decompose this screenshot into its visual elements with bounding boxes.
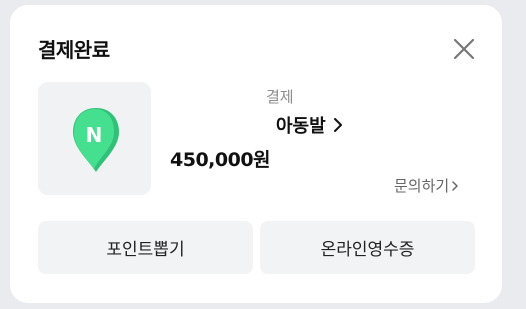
chevron-right-icon: [333, 118, 342, 132]
payment-label: 결제: [266, 88, 294, 106]
close-icon: [453, 38, 475, 60]
chevron-right-icon: [452, 180, 458, 191]
payment-complete-modal: 결제완료 N 결제 아동발 450,000원 문의하기 포인트뽑기 온라인영수증: [10, 5, 502, 303]
naver-pay-pin-icon: N: [73, 108, 119, 172]
payment-amount: 450,000원: [170, 149, 271, 171]
online-receipt-button[interactable]: 온라인영수증: [260, 221, 475, 274]
inquiry-label: 문의하기: [394, 177, 450, 195]
merchant-link[interactable]: 아동발: [276, 112, 343, 138]
product-thumbnail: N: [38, 82, 151, 195]
modal-title: 결제완료: [38, 38, 110, 62]
merchant-name: 아동발: [276, 116, 326, 137]
close-button[interactable]: [450, 35, 478, 63]
logo-letter: N: [86, 123, 103, 147]
points-draw-button[interactable]: 포인트뽑기: [38, 221, 253, 274]
inquiry-link[interactable]: 문의하기: [394, 175, 459, 196]
